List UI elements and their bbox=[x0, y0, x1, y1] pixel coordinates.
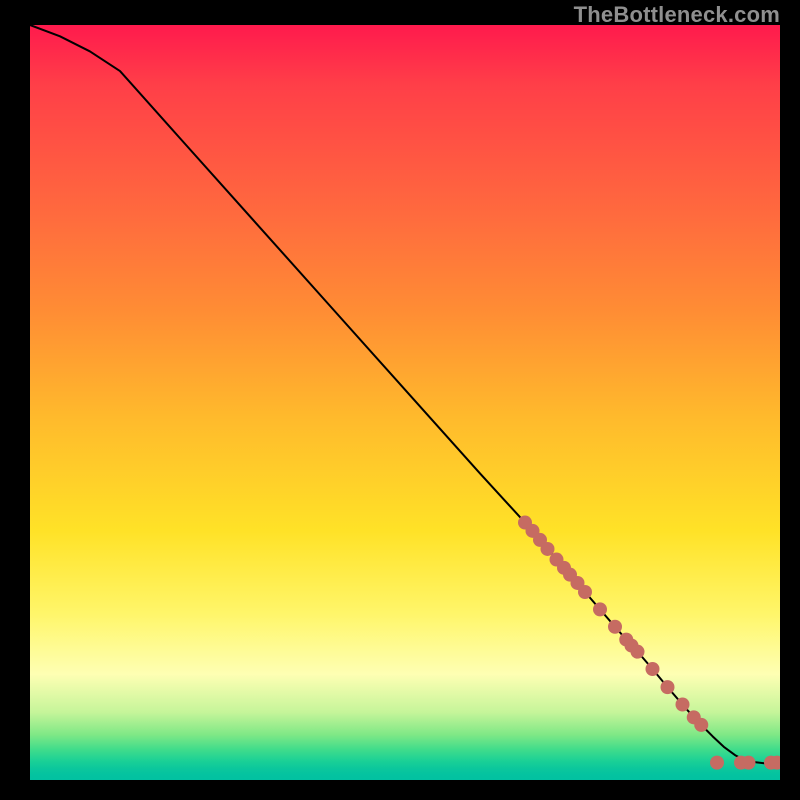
curve-layer bbox=[30, 25, 780, 780]
data-marker bbox=[631, 645, 645, 659]
plot-area bbox=[30, 25, 780, 780]
data-marker bbox=[578, 585, 592, 599]
data-marker bbox=[661, 680, 675, 694]
data-marker bbox=[742, 756, 756, 770]
data-marker bbox=[593, 602, 607, 616]
data-marker bbox=[608, 620, 622, 634]
chart-stage: TheBottleneck.com bbox=[0, 0, 800, 800]
bottleneck-curve bbox=[30, 25, 780, 763]
data-marker bbox=[694, 718, 708, 732]
data-marker bbox=[710, 756, 724, 770]
marker-group bbox=[518, 516, 780, 770]
data-marker bbox=[676, 698, 690, 712]
data-marker bbox=[646, 662, 660, 676]
